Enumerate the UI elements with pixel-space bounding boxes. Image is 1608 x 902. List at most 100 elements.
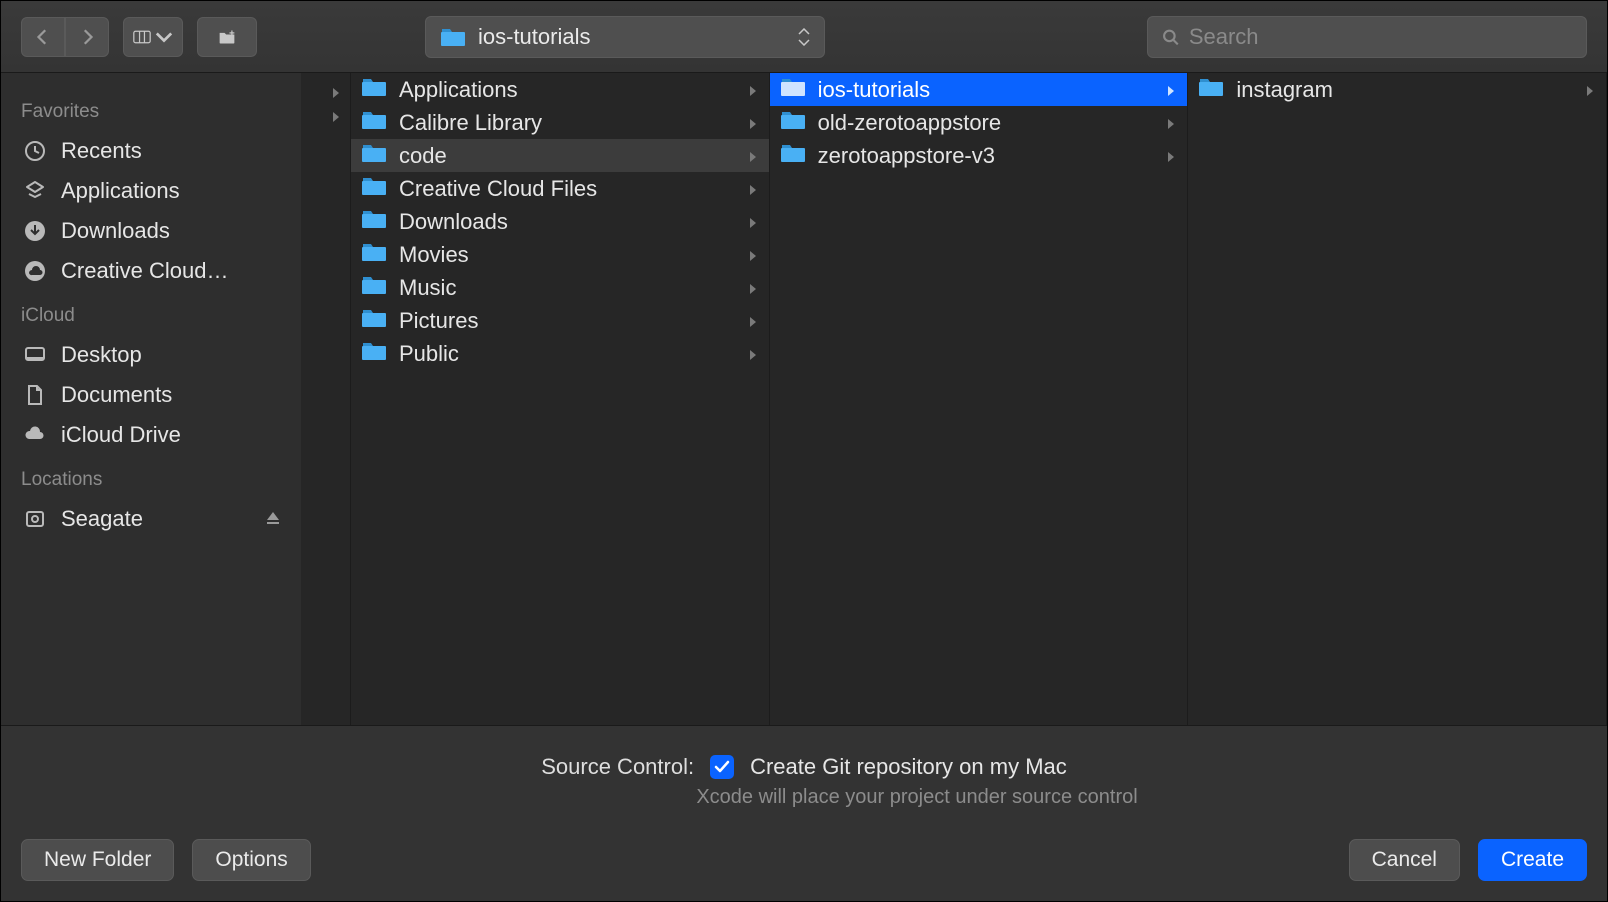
chevron-down-icon [155,28,173,46]
chevron-right-icon [747,242,759,268]
folder-icon [361,208,387,236]
new-folder-toolbar-button[interactable] [197,17,257,57]
applications-icon [21,177,49,205]
folder-icon [440,26,466,48]
chevron-right-icon [1165,110,1177,136]
view-mode-button[interactable] [123,17,183,57]
source-control-section: Source Control: Create Git repository on… [21,754,1587,809]
sidebar-item-label: Documents [61,382,172,408]
sidebar-item-creative-cloud-[interactable]: Creative Cloud… [11,251,291,291]
git-subtext: Xcode will place your project under sour… [696,786,1137,809]
folder-label: Downloads [399,209,508,235]
chevron-right-icon [78,28,96,46]
folder-icon [361,109,387,137]
folder-icon [361,175,387,203]
chevron-right-icon [747,176,759,202]
options-button[interactable]: Options [192,839,310,881]
sidebar-item-label: iCloud Drive [61,422,181,448]
chevron-right-icon [747,308,759,334]
folder-item[interactable]: Movies [351,238,769,271]
folder-label: old-zerotoappstore [818,110,1001,136]
nav-forward-button[interactable] [65,17,109,57]
root-row-1[interactable] [301,81,350,105]
new-folder-button[interactable]: New Folder [21,839,174,881]
root-row-2[interactable] [301,105,350,129]
folder-label: ios-tutorials [818,77,930,103]
sidebar-item-icloud-drive[interactable]: iCloud Drive [11,415,291,455]
folder-icon [780,109,806,137]
chevron-right-icon [1165,143,1177,169]
icloud-drive-icon [21,421,49,449]
chevron-left-icon [34,28,52,46]
folder-item[interactable]: old-zerotoappstore [770,106,1188,139]
folder-label: code [399,143,447,169]
folder-item[interactable]: Creative Cloud Files [351,172,769,205]
folder-item[interactable]: instagram [1188,73,1606,106]
folder-item[interactable]: zerotoappstore-v3 [770,139,1188,172]
search-icon [1162,28,1179,46]
folder-item[interactable]: Public [351,337,769,370]
check-icon [714,759,730,775]
folder-item[interactable]: Downloads [351,205,769,238]
sidebar-item-recents[interactable]: Recents [11,131,291,171]
folder-label: Movies [399,242,469,268]
sidebar-item-desktop[interactable]: Desktop [11,335,291,375]
folder-label: Calibre Library [399,110,542,136]
toolbar: ios-tutorials [1,1,1607,73]
column-1[interactable]: Applications Calibre Library code Creative … [351,73,770,725]
sidebar-item-label: Seagate [61,506,143,532]
column-3[interactable]: instagram [1188,73,1607,725]
save-dialog: ios-tutorials FavoritesRecentsApplicatio… [0,0,1608,902]
git-option-label: Create Git repository on my Mac [750,754,1067,780]
sidebar-heading: Locations [11,455,291,499]
recents-icon [21,137,49,165]
sidebar-item-documents[interactable]: Documents [11,375,291,415]
body: FavoritesRecentsApplicationsDownloadsCre… [1,73,1607,725]
folder-label: instagram [1236,77,1333,103]
source-control-label: Source Control: [541,754,694,780]
eject-icon[interactable] [265,506,281,532]
stepper-icon [798,28,810,46]
folder-item[interactable]: Pictures [351,304,769,337]
folder-label: Public [399,341,459,367]
folder-label: Music [399,275,456,301]
location-label: ios-tutorials [478,24,590,50]
chevron-right-icon [1584,77,1596,103]
folder-icon [780,76,806,104]
column-browser: Applications Calibre Library code Creative … [301,73,1607,725]
folder-icon [361,241,387,269]
chevron-right-icon [747,110,759,136]
nav-back-button[interactable] [21,17,65,57]
column-2[interactable]: ios-tutorials old-zerotoappstore zerotoapp… [770,73,1189,725]
create-button[interactable]: Create [1478,839,1587,881]
new-folder-icon [218,28,236,46]
sidebar-item-seagate[interactable]: Seagate [11,499,291,539]
sidebar-heading: iCloud [11,291,291,335]
chevron-right-icon [747,209,759,235]
location-popup[interactable]: ios-tutorials [425,16,825,58]
chevron-right-icon [747,275,759,301]
folder-item[interactable]: Calibre Library [351,106,769,139]
folder-item[interactable]: ios-tutorials [770,73,1188,106]
sidebar-item-downloads[interactable]: Downloads [11,211,291,251]
folder-icon [361,307,387,335]
folder-label: Applications [399,77,518,103]
chevron-right-icon [1165,77,1177,103]
chevron-right-icon [747,341,759,367]
folder-item[interactable]: Music [351,271,769,304]
sidebar-item-applications[interactable]: Applications [11,171,291,211]
downloads-icon [21,217,49,245]
folder-item[interactable]: Applications [351,73,769,106]
folder-icon [361,340,387,368]
button-row: New Folder Options Cancel Create [21,839,1587,881]
sidebar-item-label: Recents [61,138,142,164]
folder-item[interactable]: code [351,139,769,172]
folder-icon [361,76,387,104]
cancel-button[interactable]: Cancel [1349,839,1460,881]
folder-label: Pictures [399,308,478,334]
folder-icon [361,142,387,170]
search-field[interactable] [1147,16,1587,58]
sidebar-item-label: Creative Cloud… [61,258,229,284]
git-checkbox[interactable] [710,755,734,779]
search-input[interactable] [1189,24,1572,50]
